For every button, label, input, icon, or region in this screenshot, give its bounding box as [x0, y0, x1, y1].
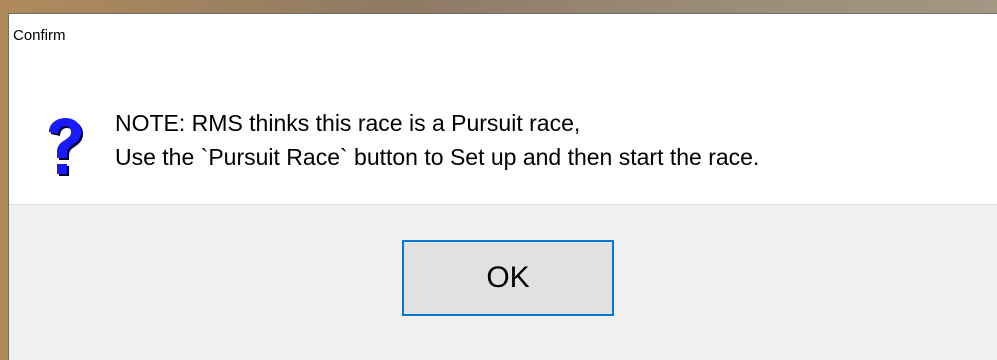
- message-line-2: Use the `Pursuit Race` button to Set up …: [115, 144, 760, 170]
- dialog-button-bar: OK: [9, 205, 997, 360]
- dialog-titlebar[interactable]: Confirm: [9, 14, 997, 58]
- dialog-message: NOTE: RMS thinks this race is a Pursuit …: [115, 106, 759, 174]
- ok-button[interactable]: OK: [402, 240, 614, 316]
- message-line-1: NOTE: RMS thinks this race is a Pursuit …: [115, 110, 581, 136]
- confirm-dialog: Confirm NOTE: RMS thinks this race is a …: [8, 13, 997, 360]
- dialog-title: Confirm: [13, 27, 66, 44]
- dialog-content: NOTE: RMS thinks this race is a Pursuit …: [9, 58, 997, 204]
- question-icon: [43, 118, 83, 178]
